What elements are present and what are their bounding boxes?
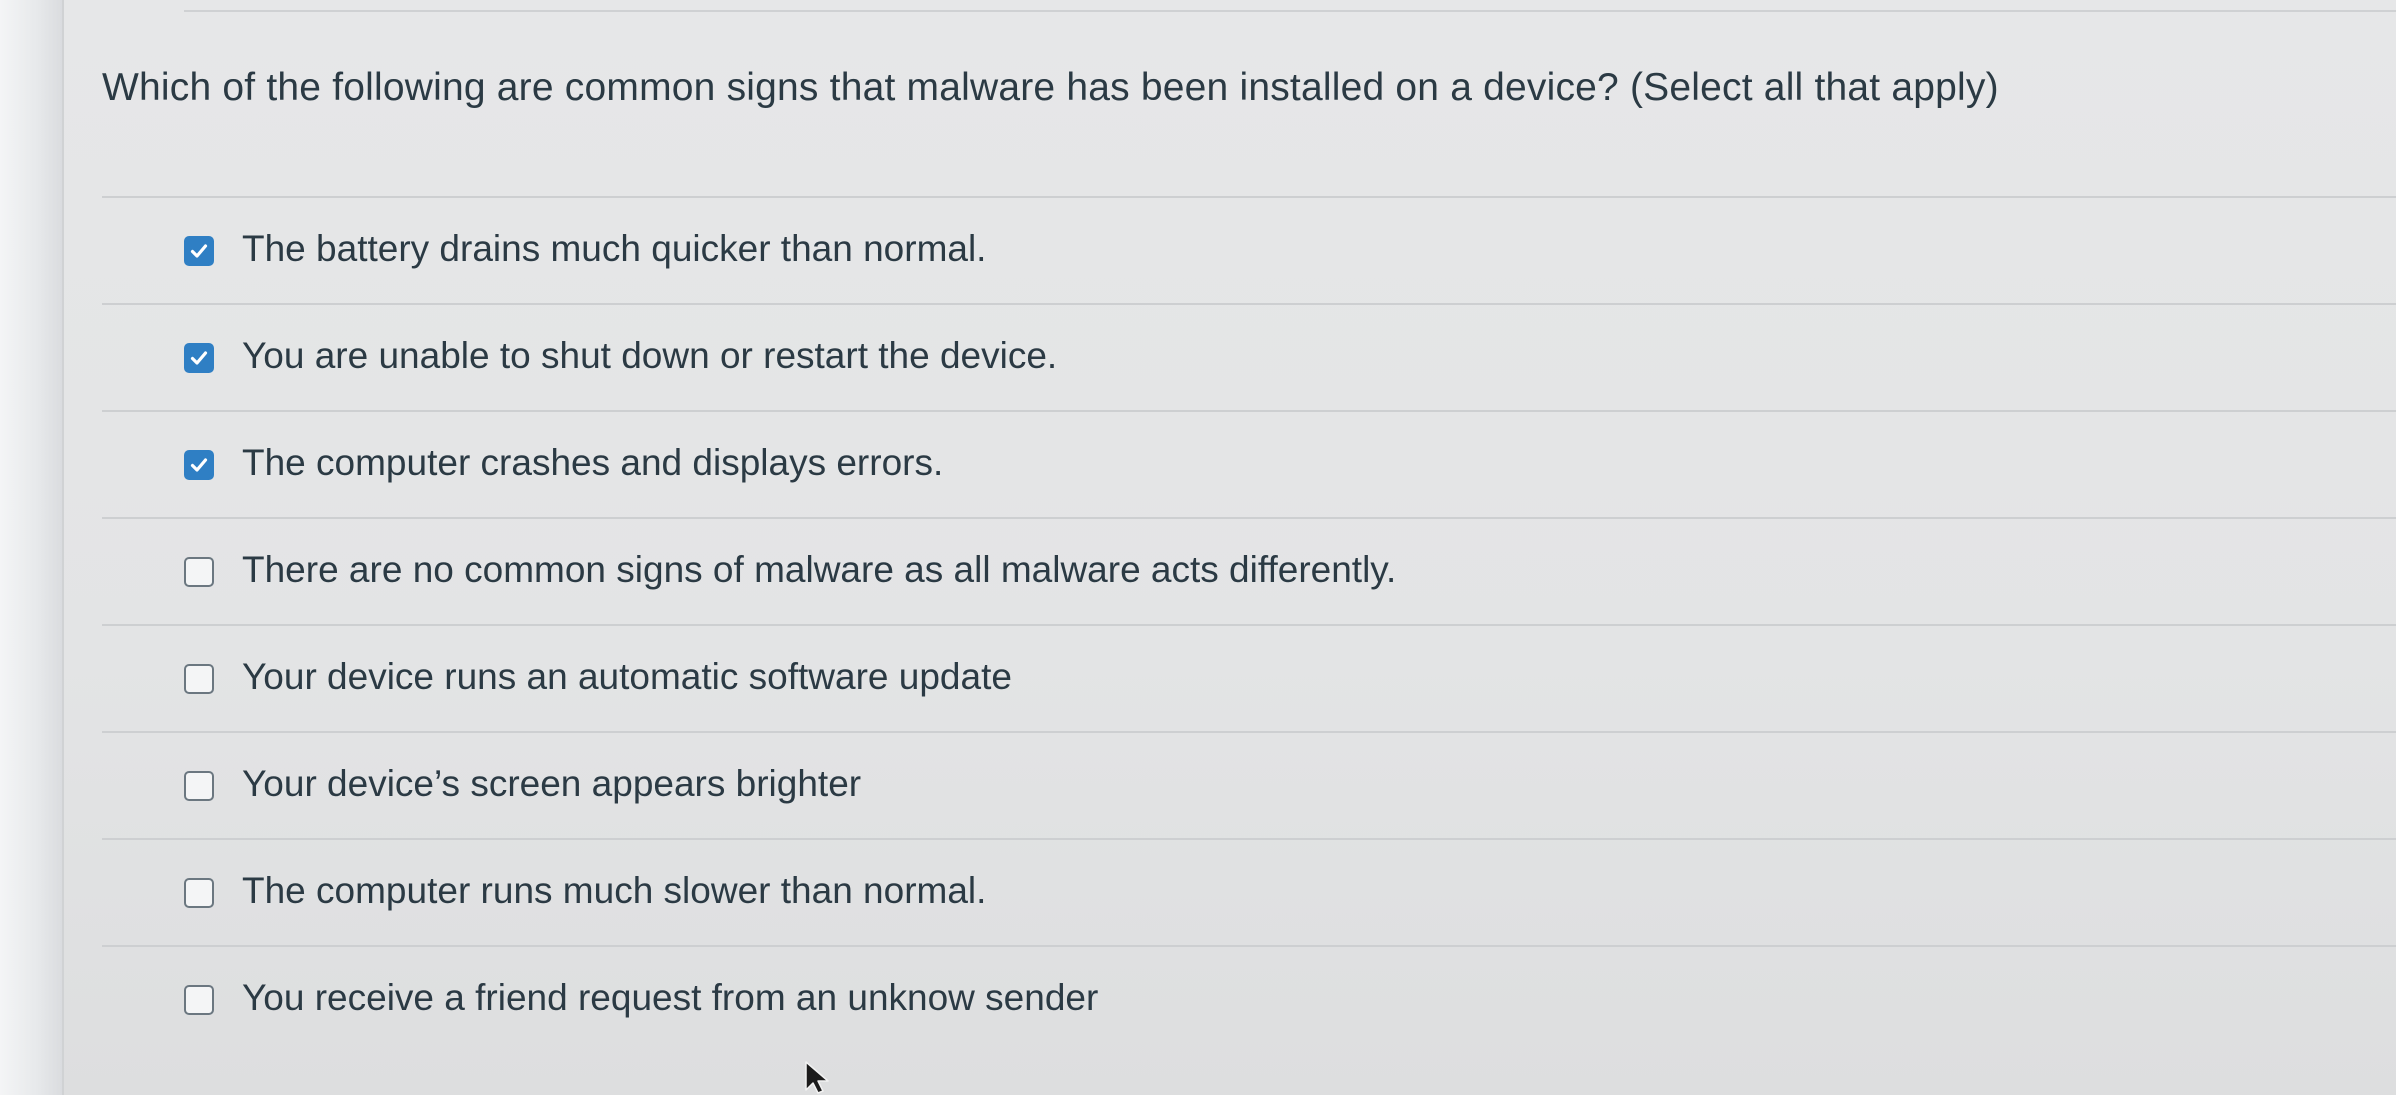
panel-top-divider: [184, 10, 2396, 12]
answer-label[interactable]: Your device’s screen appears brighter: [242, 763, 861, 805]
answer-checkbox[interactable]: [184, 450, 214, 480]
answer-option[interactable]: You receive a friend request from an unk…: [102, 947, 2396, 1054]
question-prompt: Which of the following are common signs …: [102, 66, 1999, 109]
answer-option[interactable]: You are unable to shut down or restart t…: [102, 305, 2396, 412]
answer-checkbox[interactable]: [184, 343, 214, 373]
answer-label[interactable]: The computer crashes and displays errors…: [242, 442, 943, 484]
checkmark-icon: [190, 244, 208, 258]
answer-checkbox[interactable]: [184, 557, 214, 587]
answer-option[interactable]: Your device’s screen appears brighter: [102, 733, 2396, 840]
question-panel: Which of the following are common signs …: [62, 0, 2396, 1095]
answer-label[interactable]: The battery drains much quicker than nor…: [242, 228, 986, 270]
answer-option[interactable]: Your device runs an automatic software u…: [102, 626, 2396, 733]
answer-option[interactable]: The computer crashes and displays errors…: [102, 412, 2396, 519]
checkmark-icon: [190, 458, 208, 472]
answer-list: The battery drains much quicker than nor…: [102, 198, 2396, 1054]
answer-option[interactable]: The computer runs much slower than norma…: [102, 840, 2396, 947]
screen-bezel-edge: [0, 0, 62, 1095]
answer-option[interactable]: There are no common signs of malware as …: [102, 519, 2396, 626]
answer-label[interactable]: The computer runs much slower than norma…: [242, 870, 986, 912]
answer-label[interactable]: You receive a friend request from an unk…: [242, 977, 1098, 1019]
checkmark-icon: [190, 351, 208, 365]
answer-label[interactable]: Your device runs an automatic software u…: [242, 656, 1012, 698]
mouse-pointer-icon: [805, 1061, 829, 1094]
answer-checkbox[interactable]: [184, 664, 214, 694]
answer-checkbox[interactable]: [184, 236, 214, 266]
answer-checkbox[interactable]: [184, 985, 214, 1015]
answer-checkbox[interactable]: [184, 878, 214, 908]
answer-label[interactable]: There are no common signs of malware as …: [242, 549, 1396, 591]
answer-option[interactable]: The battery drains much quicker than nor…: [102, 198, 2396, 305]
answer-label[interactable]: You are unable to shut down or restart t…: [242, 335, 1057, 377]
answer-checkbox[interactable]: [184, 771, 214, 801]
